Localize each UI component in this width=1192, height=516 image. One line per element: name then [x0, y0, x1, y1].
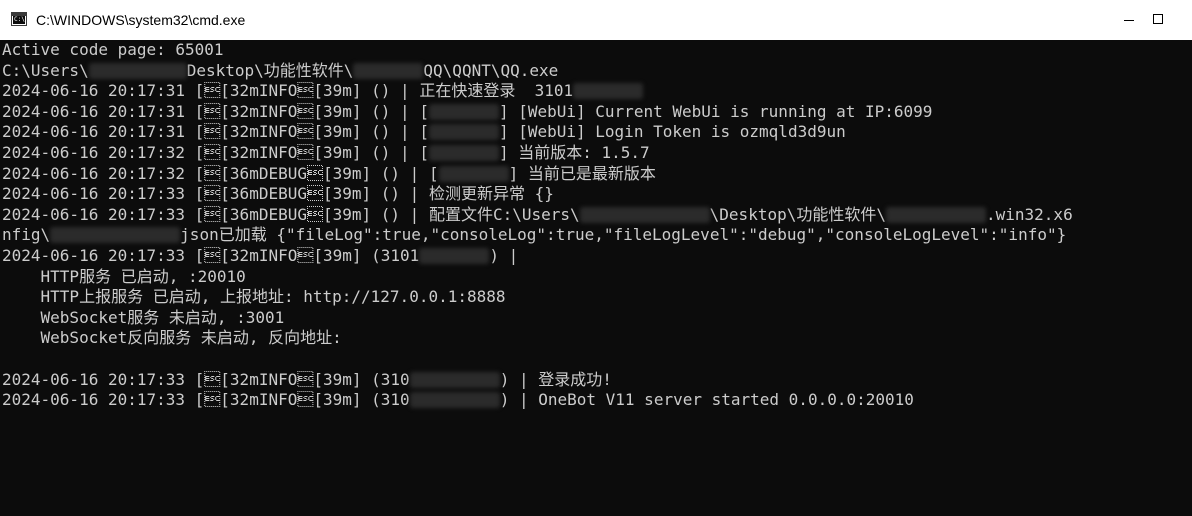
console-line: 2024-06-16 20:17:31 [[32mINFO[39m] () …	[2, 81, 1192, 102]
redacted-text	[579, 206, 710, 223]
console-text: 2024-06-16 20:17:31 [[32mINFO[39m] () …	[2, 81, 574, 101]
console-line: C:\Users\ Desktop\功能性软件\ QQ\QQNT\QQ.exe	[2, 61, 1192, 82]
redacted-text	[886, 206, 986, 223]
redacted-text	[428, 144, 499, 161]
console-line: WebSocket服务 未启动, :3001	[2, 308, 1192, 329]
maximize-icon	[1153, 14, 1163, 24]
console-text: HTTP服务 已启动, :20010	[2, 266, 246, 286]
console-text: 2024-06-16 20:17:31 [[32mINFO[39m] () …	[2, 101, 429, 121]
redacted-text	[428, 103, 499, 120]
console-line: 2024-06-16 20:17:33 [[36mDEBUG[39m] ()…	[2, 184, 1192, 205]
cmd-window: C:\ C:\WINDOWS\system32\cmd.exe Active c…	[0, 0, 1192, 516]
console-text: WebSocket反向服务 未启动, 反向地址:	[2, 328, 342, 348]
console-text: 2024-06-16 20:17:32 [[36mDEBUG[39m] ()…	[2, 163, 439, 183]
redacted-text	[353, 62, 424, 79]
console-text: 2024-06-16 20:17:32 [[32mINFO[39m] () …	[2, 142, 429, 162]
icon-screen-text: C:\	[13, 16, 25, 24]
console-text: 2024-06-16 20:17:31 [[32mINFO[39m] () …	[2, 122, 429, 142]
console-text: Desktop\功能性软件\	[186, 60, 354, 80]
console-text: 2024-06-16 20:17:33 [[32mINFO[39m] (31…	[2, 390, 410, 410]
console-text: ] [WebUi] Current WebUi is running at IP…	[498, 101, 933, 121]
console-text: C:\Users\	[2, 60, 89, 80]
console-text: ) | OneBot V11 server started 0.0.0.0:20…	[499, 390, 914, 410]
console-text: 2024-06-16 20:17:33 [[36mDEBUG[39m] ()…	[2, 184, 554, 204]
console-line: 2024-06-16 20:17:33 [[32mINFO[39m] (31…	[2, 390, 1192, 411]
console-line: 2024-06-16 20:17:33 [[36mDEBUG[39m] ()…	[2, 205, 1192, 226]
console-text: ] 当前版本: 1.5.7	[498, 142, 650, 162]
redacted-text	[428, 124, 499, 141]
console-line: nfig\ json已加载 {"fileLog":true,"consoleLog…	[2, 225, 1192, 246]
console-text: 2024-06-16 20:17:33 [[32mINFO[39m] (31…	[2, 245, 420, 265]
console-text: .win32.x6	[986, 204, 1073, 224]
console-text: 2024-06-16 20:17:33 [[36mDEBUG[39m] ()…	[2, 204, 580, 224]
title-bar[interactable]: C:\ C:\WINDOWS\system32\cmd.exe	[0, 0, 1192, 40]
console-text: nfig\	[2, 225, 51, 245]
console-text: ) | 登录成功!	[499, 369, 612, 389]
minimize-icon	[1124, 20, 1134, 21]
redacted-text	[88, 62, 187, 79]
console-text: ] 当前已是最新版本	[508, 163, 656, 183]
console-line: 2024-06-16 20:17:33 [[32mINFO[39m] (31…	[2, 370, 1192, 391]
console-line: 2024-06-16 20:17:31 [[32mINFO[39m] () …	[2, 122, 1192, 143]
console-line: WebSocket反向服务 未启动, 反向地址:	[2, 328, 1192, 349]
console-text: WebSocket服务 未启动, :3001	[2, 307, 285, 327]
redacted-text	[409, 371, 500, 388]
console-line: HTTP上报服务 已启动, 上报地址: http://127.0.0.1:888…	[2, 287, 1192, 308]
maximize-button[interactable]	[1146, 0, 1192, 40]
console-line: Active code page: 65001	[2, 40, 1192, 61]
console-text: Active code page: 65001	[2, 40, 224, 59]
console-text: 2024-06-16 20:17:33 [[32mINFO[39m] (31…	[2, 369, 410, 389]
console-text: json已加载 {"fileLog":true,"consoleLog":tru…	[180, 225, 1067, 245]
console-text: \Desktop\功能性软件\	[709, 204, 886, 224]
redacted-text	[50, 227, 181, 244]
console-line: 2024-06-16 20:17:33 [[32mINFO[39m] (31…	[2, 246, 1192, 267]
console-line: 2024-06-16 20:17:32 [[32mINFO[39m] () …	[2, 143, 1192, 164]
console-text: ] [WebUi] Login Token is ozmqld3d9un	[498, 122, 846, 142]
redacted-text	[409, 392, 500, 409]
redacted-text	[438, 165, 509, 182]
console-text: ) |	[489, 245, 519, 265]
redacted-text	[573, 83, 644, 100]
console-output[interactable]: Active code page: 65001 C:\Users\ Desktop…	[0, 40, 1192, 516]
console-line: 2024-06-16 20:17:31 [[32mINFO[39m] () …	[2, 102, 1192, 123]
console-line: HTTP服务 已启动, :20010	[2, 267, 1192, 288]
window-title: C:\WINDOWS\system32\cmd.exe	[36, 12, 246, 28]
console-text: QQ\QQNT\QQ.exe	[423, 60, 559, 80]
redacted-text	[419, 247, 490, 264]
console-line: 2024-06-16 20:17:32 [[36mDEBUG[39m] ()…	[2, 164, 1192, 185]
console-app-icon[interactable]: C:\	[11, 12, 27, 26]
console-text: HTTP上报服务 已启动, 上报地址: http://127.0.0.1:888…	[2, 287, 506, 307]
